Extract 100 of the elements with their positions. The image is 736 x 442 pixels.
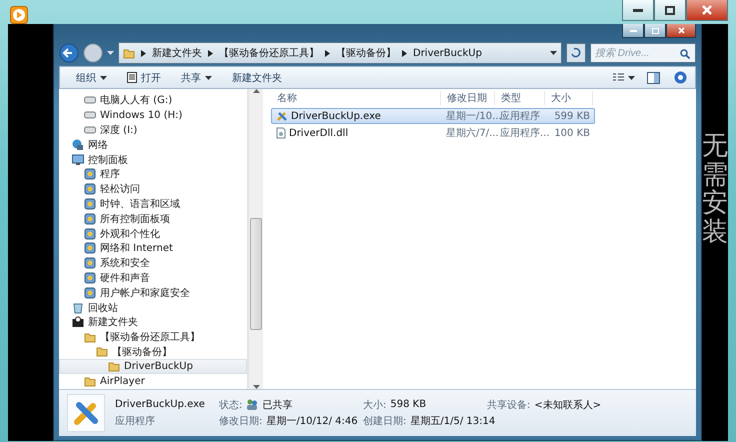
applet-icon bbox=[84, 228, 96, 240]
maximize-button[interactable] bbox=[654, 0, 686, 21]
nav-item[interactable]: 回收站 bbox=[59, 300, 247, 315]
field-value: 星期五/1/5/ 13:14 bbox=[410, 414, 496, 428]
nav-item[interactable]: Windows 10 (H:) bbox=[59, 108, 247, 123]
minimize-button[interactable] bbox=[622, 24, 644, 38]
close-button[interactable] bbox=[686, 0, 728, 21]
play-icon bbox=[10, 6, 28, 24]
forward-button[interactable] bbox=[83, 43, 103, 63]
field-value: 星期一/10/12/ 4:46 bbox=[266, 414, 358, 428]
file-size: 599 KB bbox=[554, 110, 590, 122]
nav-item[interactable]: 用户帐户和家庭安全 bbox=[59, 285, 247, 300]
history-caret-icon[interactable] bbox=[107, 51, 114, 55]
document-icon bbox=[127, 72, 137, 83]
toolbar-button[interactable]: 打开 bbox=[119, 68, 169, 86]
nav-item[interactable]: 控制面板 bbox=[59, 152, 247, 167]
details-file-type: 应用程序 bbox=[115, 414, 156, 428]
file-size: 100 KB bbox=[554, 128, 590, 138]
nav-item[interactable]: 外观和个性化 bbox=[59, 226, 247, 241]
nav-item[interactable]: AirPlayer bbox=[59, 374, 247, 389]
breadcrumb-item[interactable]: DriverBuckUp bbox=[413, 48, 482, 58]
toolbar-button[interactable]: 共享 bbox=[173, 68, 220, 86]
nav-item[interactable]: 网络 bbox=[59, 137, 247, 152]
vertical-caption: 无需安装 bbox=[702, 132, 728, 246]
minimize-icon bbox=[630, 30, 636, 32]
maximize-icon bbox=[652, 28, 658, 34]
scrollbar[interactable] bbox=[248, 89, 263, 389]
nav-item[interactable]: 网络和 Internet bbox=[59, 240, 247, 256]
file-icon bbox=[276, 127, 286, 139]
recycle-bin-icon bbox=[72, 302, 84, 314]
scroll-down-arrow-icon bbox=[252, 384, 260, 389]
nav-item[interactable]: 硬件和声音 bbox=[59, 270, 247, 286]
drive-icon bbox=[84, 126, 96, 134]
address-bar[interactable]: 新建文件夹 【驱动备份还原工具】 【驱动备份】 DriverBuckUp bbox=[118, 42, 562, 64]
preview-pane-button[interactable] bbox=[647, 72, 660, 84]
nav-item[interactable]: 新建文件夹 bbox=[59, 314, 247, 330]
scroll-up-arrow-icon bbox=[252, 89, 260, 93]
file-row[interactable]: DriverBuckUp.exe 星期一/10...应用程序 599 KB bbox=[271, 108, 595, 124]
close-button[interactable] bbox=[666, 24, 696, 38]
close-icon bbox=[678, 27, 684, 34]
nav-item[interactable]: 系统和安全 bbox=[59, 256, 247, 271]
nav-item[interactable]: 深度 (I:) bbox=[59, 122, 247, 138]
applet-icon bbox=[84, 257, 96, 270]
folder-icon bbox=[123, 48, 135, 58]
field-label: 创建日期: bbox=[363, 414, 406, 428]
caret-icon bbox=[205, 76, 212, 80]
globe-icon bbox=[72, 138, 84, 151]
file-type: 应用程序 bbox=[500, 110, 540, 123]
field-label: 修改日期: bbox=[219, 414, 262, 428]
folder-icon bbox=[108, 361, 120, 372]
maximize-icon bbox=[665, 6, 675, 14]
breadcrumb-item[interactable]: 【驱动备份】 bbox=[336, 46, 396, 60]
file-name: DriverBuckUp.exe bbox=[291, 110, 381, 122]
details-file-name: DriverBuckUp.exe bbox=[115, 399, 206, 410]
close-icon bbox=[702, 5, 712, 15]
caret-icon bbox=[100, 76, 107, 80]
file-name: DriverDll.dll bbox=[289, 128, 348, 138]
nav-item[interactable]: 轻松访问 bbox=[59, 182, 247, 197]
column-header[interactable]: 类型 bbox=[495, 91, 545, 105]
file-date: 星期六/7/... bbox=[446, 126, 499, 140]
file-type: 应用程序... bbox=[500, 126, 550, 140]
toolbar-button[interactable]: 新建文件夹 bbox=[224, 68, 290, 86]
file-date: 星期一/10... bbox=[446, 110, 502, 123]
user-folder-icon bbox=[72, 316, 84, 328]
people-icon bbox=[246, 399, 258, 410]
applet-icon bbox=[84, 198, 96, 210]
help-button[interactable] bbox=[674, 71, 687, 84]
nav-item[interactable]: 时钟、语言和区域 bbox=[59, 196, 247, 212]
field-label: 共享设备: bbox=[487, 398, 530, 412]
column-header[interactable]: 名称 bbox=[271, 91, 441, 105]
search-icon bbox=[680, 49, 690, 59]
minimize-button[interactable] bbox=[622, 0, 654, 21]
field-value: 598 KB bbox=[390, 399, 426, 410]
search-field[interactable]: 搜索 Drive... bbox=[590, 43, 696, 63]
column-header[interactable]: 修改日期 bbox=[441, 91, 495, 105]
field-value: 已共享 bbox=[262, 398, 292, 412]
applet-icon bbox=[84, 212, 96, 225]
applet-icon bbox=[84, 286, 96, 299]
nav-item[interactable]: DriverBuckUp bbox=[59, 359, 247, 374]
breadcrumb-item[interactable]: 新建文件夹 bbox=[152, 46, 202, 60]
monitor-icon bbox=[72, 154, 84, 166]
file-row[interactable]: DriverDll.dll 星期六/7/...应用程序... 100 KB bbox=[271, 125, 595, 141]
caret-icon bbox=[628, 76, 635, 80]
nav-item[interactable]: 所有控制面板项 bbox=[59, 211, 247, 226]
chevron-icon bbox=[141, 50, 146, 56]
nav-item[interactable]: 程序 bbox=[59, 166, 247, 182]
maximize-button[interactable] bbox=[644, 24, 666, 38]
applet-icon bbox=[84, 242, 96, 254]
nav-item[interactable]: 【驱动备份】 bbox=[59, 344, 247, 360]
applet-icon bbox=[84, 183, 96, 196]
nav-item[interactable]: 【驱动备份还原工具】 bbox=[59, 330, 247, 345]
refresh-button[interactable] bbox=[566, 43, 586, 63]
toolbar-button[interactable]: 组织 bbox=[68, 68, 115, 86]
chevron-icon bbox=[208, 50, 213, 56]
breadcrumb-item[interactable]: 【驱动备份还原工具】 bbox=[219, 46, 319, 60]
list-view-icon bbox=[613, 73, 624, 82]
column-header[interactable]: 大小 bbox=[545, 91, 593, 105]
back-button[interactable] bbox=[59, 43, 79, 63]
field-value: <未知联系人> bbox=[534, 398, 602, 412]
nav-item[interactable]: 电脑人人有 (G:) bbox=[59, 93, 247, 108]
